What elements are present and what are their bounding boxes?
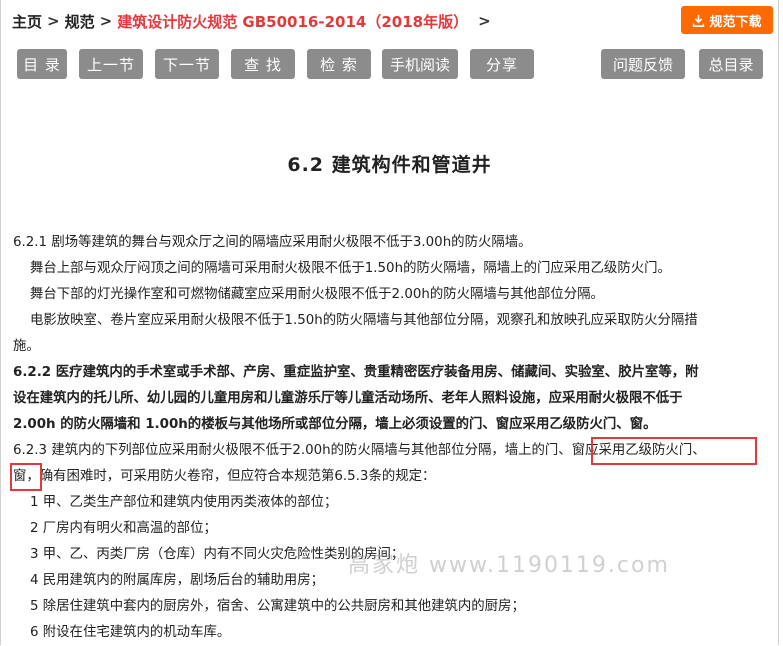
list-item: 2 厂房内有明火和高温的部位；: [30, 521, 217, 536]
highlight-box: [10, 463, 42, 491]
breadcrumb-separator: >: [478, 12, 491, 30]
list-item: 5 除居住建筑中套内的厨房外，宿舍、公寓建筑中的公共厨房和其他建筑内的厨房；: [30, 599, 525, 614]
mobile-reading-button[interactable]: 手机阅读: [382, 49, 458, 79]
breadcrumb-separator: >: [47, 12, 60, 30]
clause-paragraph-continued: 施。: [13, 339, 40, 354]
share-button[interactable]: 分享: [470, 49, 534, 79]
clause-6-2-3-continued: 窗，确有困难时，可采用防火卷帘，但应符合本规范第6.5.3条的规定：: [13, 469, 436, 484]
highlight-box: [591, 437, 757, 465]
breadcrumb-home-link[interactable]: 主页: [12, 11, 42, 32]
list-item: 4 民用建筑内的附属库房，剧场后台的辅助用房；: [30, 573, 324, 588]
breadcrumb-separator: >: [99, 12, 113, 30]
download-button-label: 规范下载: [709, 14, 762, 30]
clause-6-2-2-continued: 设在建筑内的托儿所、幼儿园的儿童用房和儿童游乐厅等儿童活动场所、老年人照料设施，…: [13, 391, 683, 406]
clause-paragraph: 舞台上部与观众厅闷顶之间的隔墙可采用耐火极限不低于1.50h的防火隔墙，隔墙上的…: [30, 261, 671, 276]
list-item: 1 甲、乙类生产部位和建筑内使用丙类液体的部位；: [30, 495, 338, 510]
breadcrumb-current-standard[interactable]: 建筑设计防火规范 GB50016-2014（2018年版）: [117, 11, 468, 32]
clause-6-2-2-continued: 2.00h 的防火隔墙和 1.00h的楼板与其他场所或部位分隔，墙上必须设置的门…: [13, 417, 657, 432]
feedback-button[interactable]: 问题反馈: [601, 49, 685, 79]
prev-section-button[interactable]: 上一节: [79, 49, 143, 79]
breadcrumb-standards-link[interactable]: 规范: [65, 11, 95, 32]
find-button[interactable]: 查 找: [231, 49, 295, 79]
list-item: 6 附设在住宅建筑内的机动车库。: [30, 625, 231, 640]
toc-button[interactable]: 目 录: [17, 49, 67, 79]
clause-paragraph: 电影放映室、卷片室应采用耐火极限不低于1.50h的防火隔墙与其他部位分隔，观察孔…: [30, 313, 698, 328]
master-toc-button[interactable]: 总目录: [699, 49, 763, 79]
clause-6-2-2: 6.2.2 医疗建筑内的手术室或手术部、产房、重症监护室、贵重精密医疗装备用房、…: [13, 365, 699, 380]
clause-6-2-1: 6.2.1 剧场等建筑的舞台与观众厅之间的隔墙应采用耐火极限不低于3.00h的防…: [13, 235, 532, 250]
download-icon: [693, 14, 705, 27]
download-standard-button[interactable]: 规范下载: [681, 6, 773, 34]
clause-paragraph: 舞台下部的灯光操作室和可燃物储藏室应采用耐火极限不低于2.00h的防火隔墙与其他…: [30, 287, 604, 302]
list-item: 3 甲、乙、丙类厂房（仓库）内有不同火灾危险性类别的房间；: [30, 547, 405, 562]
search-button[interactable]: 检 索: [307, 49, 371, 79]
next-section-button[interactable]: 下一节: [155, 49, 219, 79]
breadcrumb: 主页 > 规范 > 建筑设计防火规范 GB50016-2014（2018年版） …: [12, 10, 496, 32]
section-title: 6.2 建筑构件和管道井: [287, 154, 492, 176]
